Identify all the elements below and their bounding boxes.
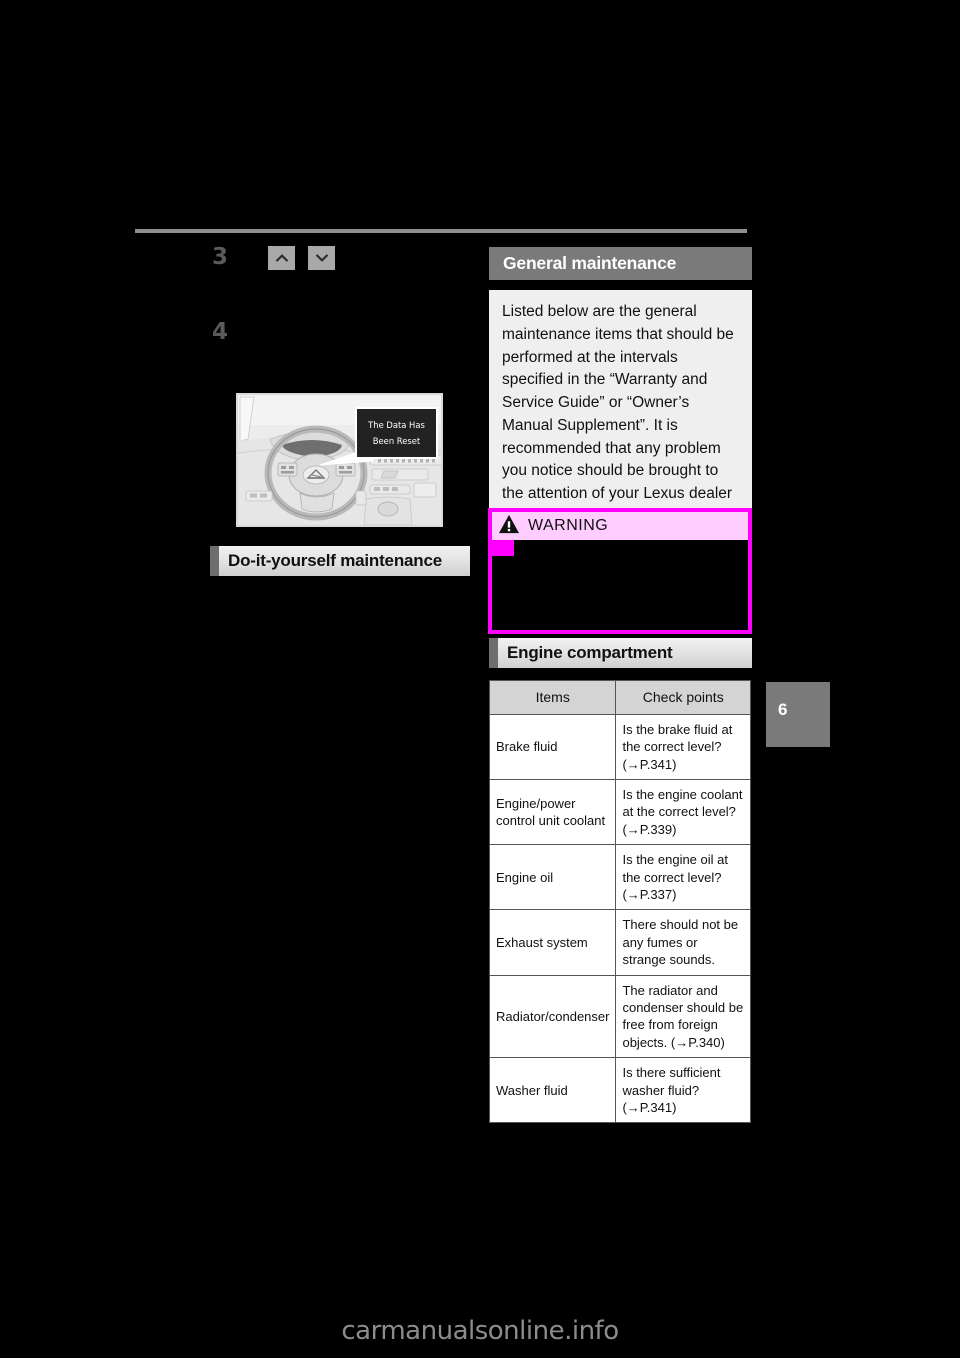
cell-check: There should not be any fumes or strange… [615,909,751,976]
warning-bullet-marker [492,540,514,556]
header-rule [135,229,747,233]
warning-box: WARNING [488,508,752,634]
table-row: Exhaust system There should not be any f… [488,909,751,976]
table-header-row: Items Check points [488,680,751,715]
table-row: Engine oil Is the engine oil at the corr… [488,844,751,911]
general-maintenance-title: General maintenance [503,253,677,273]
cell-item: Brake fluid [488,713,617,780]
general-maintenance-header: General maintenance [489,247,752,280]
warning-label: WARNING [528,517,609,534]
cell-check: The radiator and condenser should be fre… [615,974,751,1059]
warning-header: WARNING [492,512,748,540]
chevron-down-icon[interactable] [308,246,335,270]
cell-item: Engine oil [488,844,617,911]
cell-item: Exhaust system [488,909,617,976]
table-row: Brake fluid Is the brake fluid at the co… [488,713,751,780]
column-header-items: Items [488,680,617,715]
step-number-4: 4 [212,319,229,345]
section-heading-engine-compartment: Engine compartment [489,638,752,668]
table-row: Radiator/condenser The radiator and cond… [488,974,751,1059]
cell-item: Washer fluid [488,1057,617,1124]
illustration-caption-line1: The Data Has [367,420,425,430]
section-heading-engine-label: Engine compartment [507,643,673,662]
chevron-up-icon[interactable] [268,246,295,270]
cell-item: Radiator/condenser [488,974,617,1059]
illustration-caption-line2: Been Reset [373,436,421,446]
manual-page: 3 4 The Data Has Been Reset Do-it-yourse… [0,0,960,1358]
column-header-check-points: Check points [615,680,751,715]
cell-check: Is the engine coolant at the correct lev… [615,778,751,846]
table-row: Washer fluid Is there sufficient washer … [488,1057,751,1124]
cell-check: Is the engine oil at the correct level? … [615,844,751,911]
cell-check: Is there sufficient washer fluid? (→P.34… [615,1057,751,1124]
cell-check: Is the brake fluid at the correct level?… [615,713,751,780]
chapter-tab: 6 [766,682,830,747]
table-row: Engine/power control unit coolant Is the… [488,778,751,846]
section-heading-diy-label: Do-it-yourself maintenance [228,551,442,570]
steering-wheel-illustration: The Data Has Been Reset [236,393,443,527]
step-number-3: 3 [212,244,229,270]
cell-item: Engine/power control unit coolant [488,778,617,846]
section-heading-diy-maintenance: Do-it-yourself maintenance [210,546,470,576]
warning-body [492,540,748,630]
warning-triangle-icon [498,514,520,539]
site-watermark: carmanualsonline.info [341,1316,619,1346]
engine-compartment-table: Items Check points Brake fluid Is the br… [488,680,751,1124]
